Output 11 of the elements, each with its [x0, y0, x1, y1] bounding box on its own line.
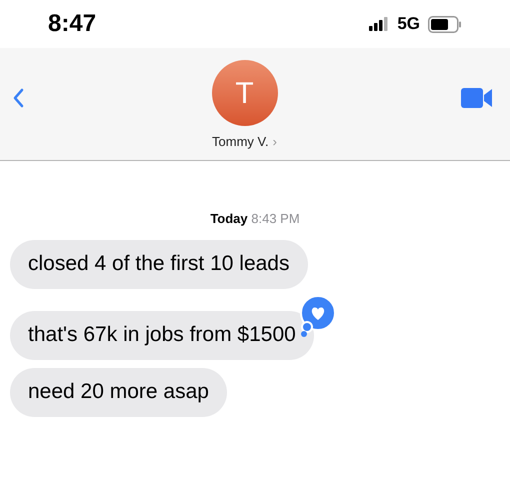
battery-icon	[428, 16, 462, 32]
clock-time: 8:47	[48, 9, 96, 39]
contact-name-link[interactable]: Tommy V. ›	[212, 132, 277, 152]
back-icon[interactable]	[12, 88, 24, 108]
network-label: 5G	[397, 13, 420, 36]
timestamp: Today 8:43 PM	[210, 210, 300, 228]
message-bubble: need 20 more asap	[10, 368, 227, 416]
message-bubble: that's 67k in jobs from $1500	[10, 310, 314, 360]
signal-icon	[369, 17, 390, 31]
message-bubble: closed 4 of the first 10 leads	[10, 240, 308, 288]
video-call-icon[interactable]	[461, 88, 492, 108]
